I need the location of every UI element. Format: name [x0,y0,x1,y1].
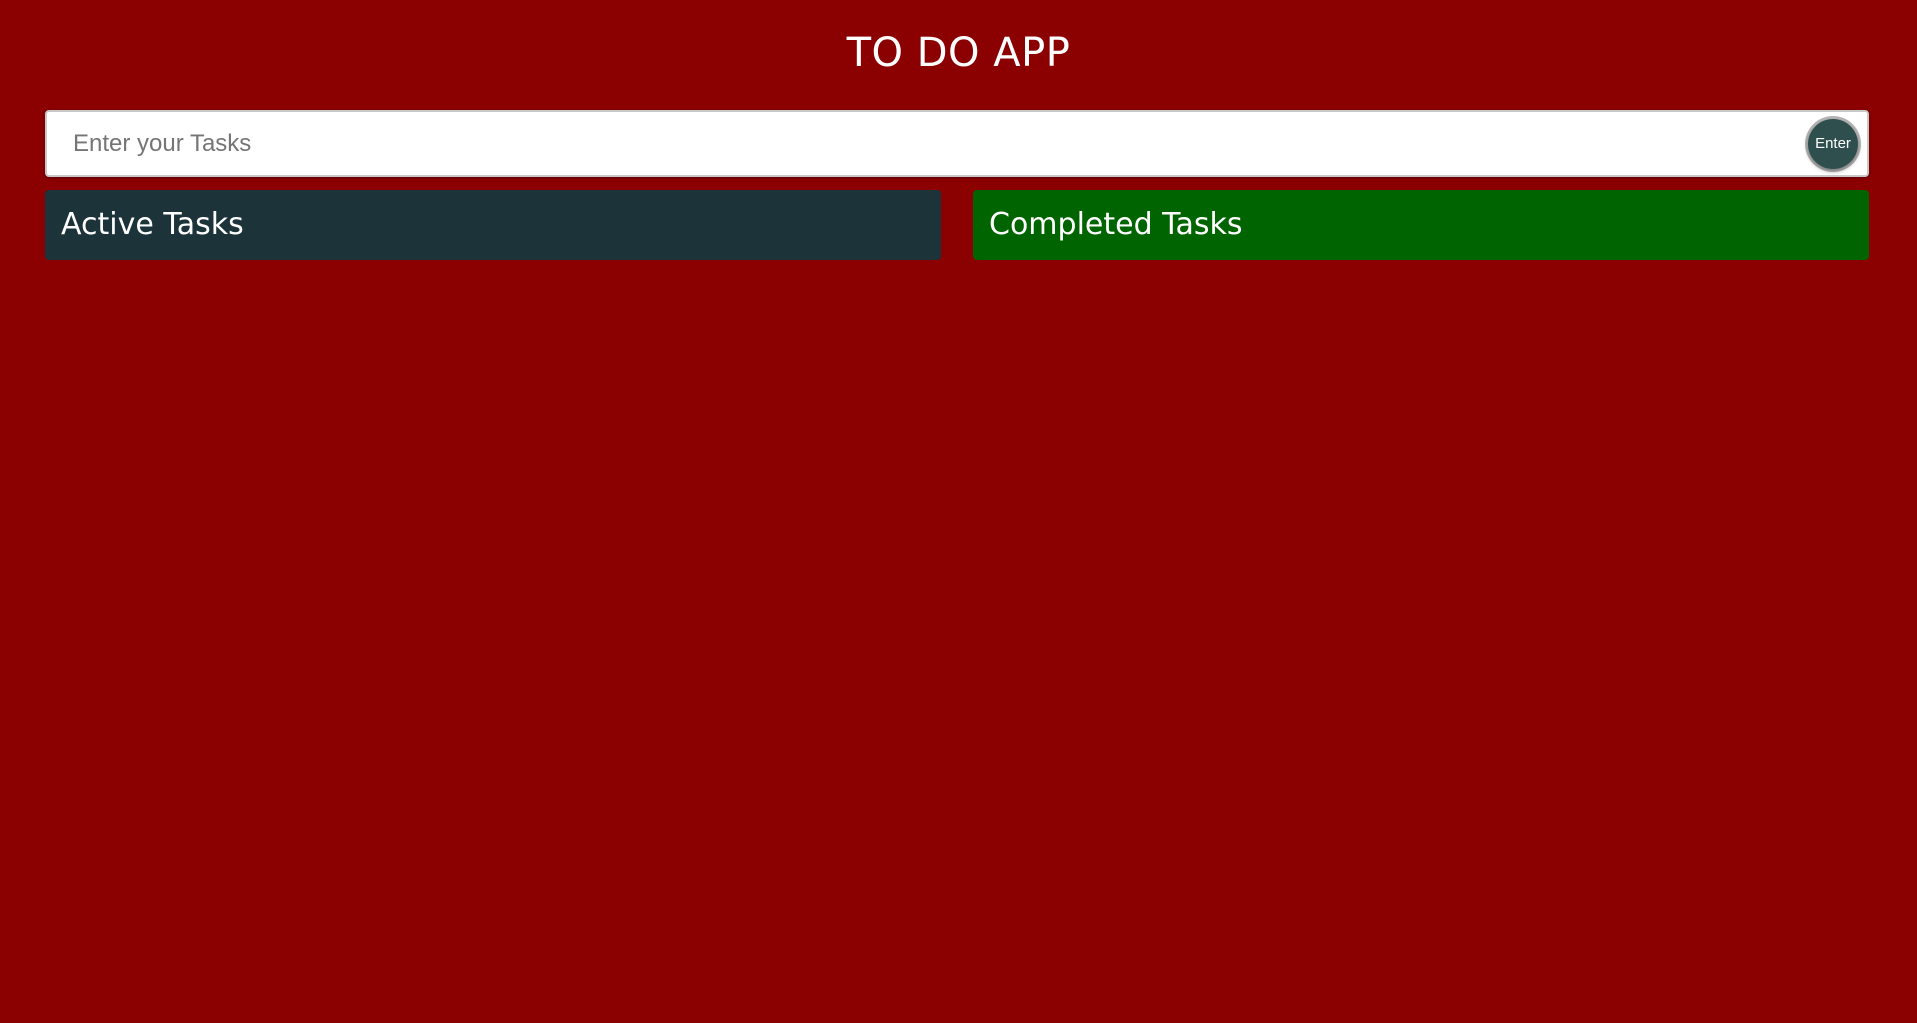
active-tasks-panel: Active Tasks [45,190,941,260]
task-entry-bar: Enter [45,110,1869,177]
active-tasks-heading: Active Tasks [61,207,244,242]
app-title: TO DO APP [846,30,1071,76]
completed-tasks-panel: Completed Tasks [973,190,1869,260]
enter-button[interactable]: Enter [1808,119,1858,169]
completed-tasks-heading: Completed Tasks [989,207,1243,242]
task-input[interactable] [73,112,1773,175]
